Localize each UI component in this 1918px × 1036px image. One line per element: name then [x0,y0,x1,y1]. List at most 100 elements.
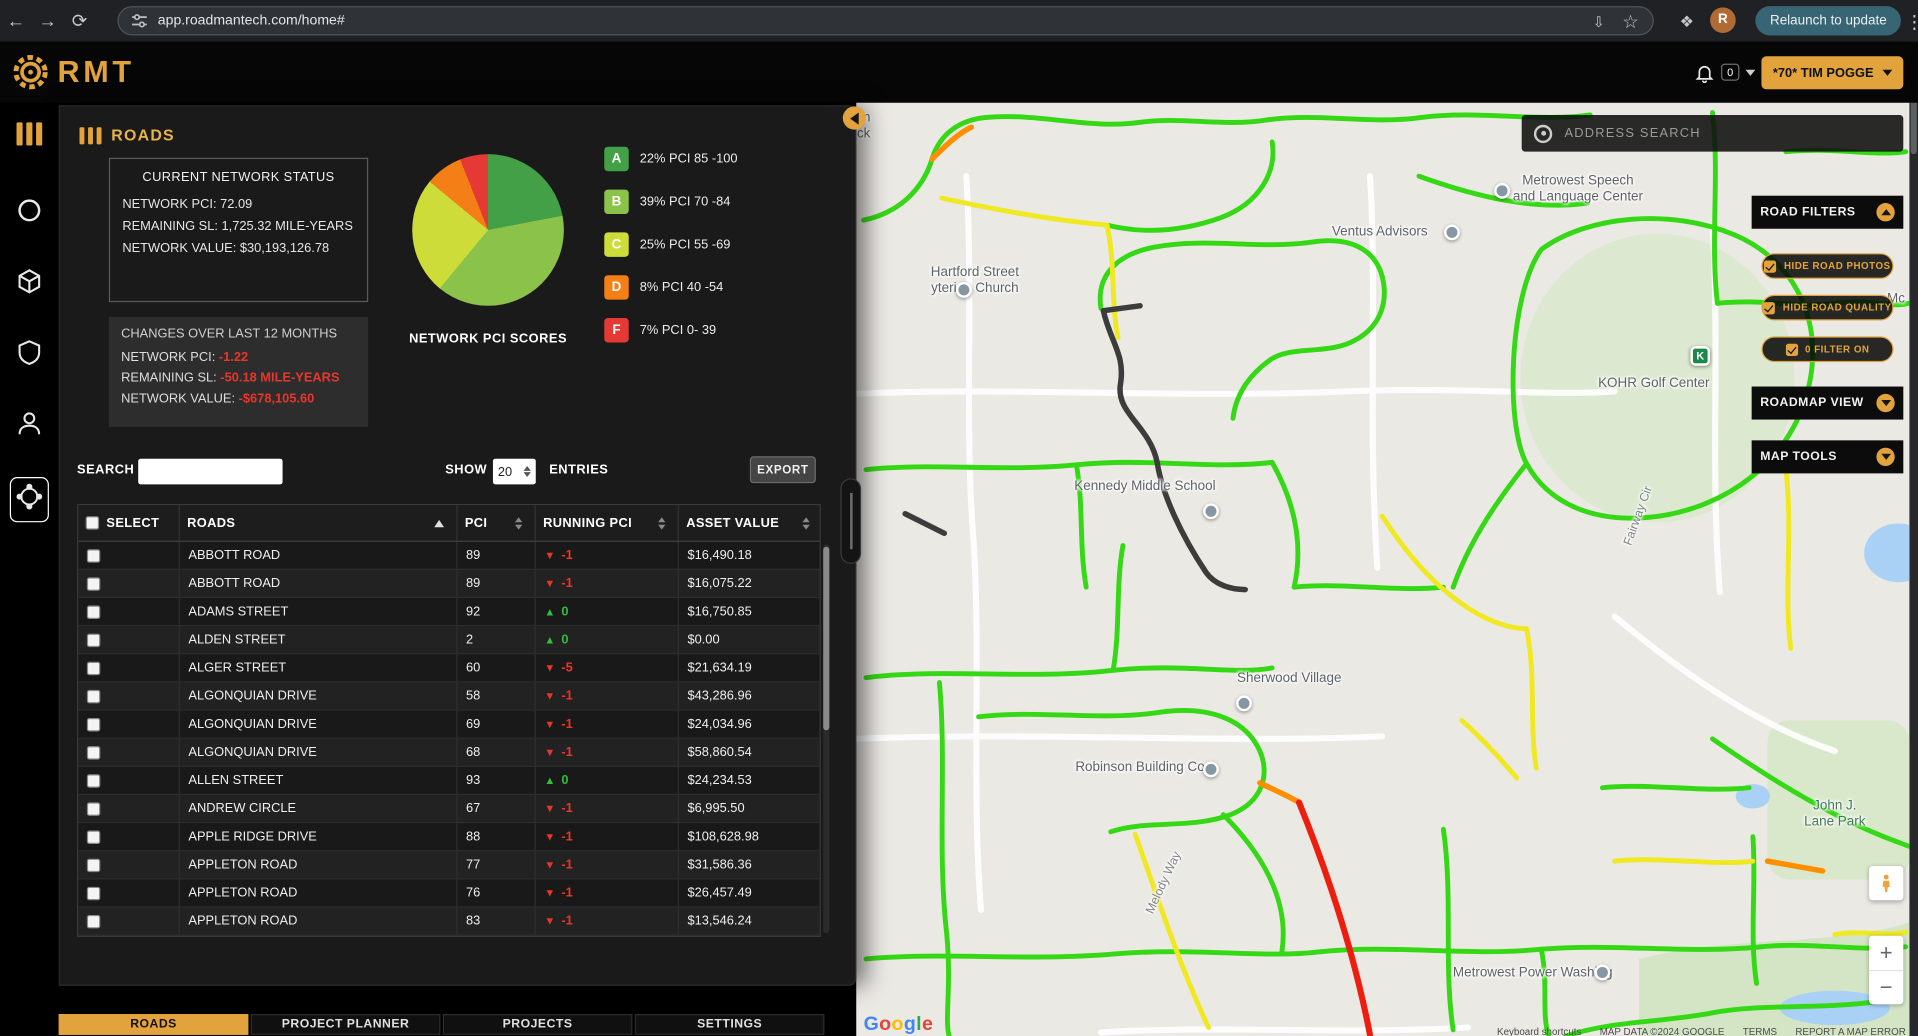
table-row[interactable]: ANDREW CIRCLE67▼-1$6,995.50 [78,795,819,823]
footer-tab-project-planner[interactable]: PROJECT PLANNER [251,1014,441,1035]
panel-collapse-button[interactable] [843,106,866,129]
table-row[interactable]: ADAMS STREET92▲0$16,750.85 [78,598,819,626]
relaunch-to-update-button[interactable]: Relaunch to update [1755,6,1901,35]
pegman-streetview-control[interactable] [1869,866,1903,900]
address-bar[interactable]: app.roadmantech.com/home# [117,6,1653,35]
footer-tab-roads[interactable]: ROADS [59,1014,249,1035]
send-to-device-icon[interactable] [1583,11,1615,32]
sidebar-item-user-icon[interactable] [15,409,44,444]
row-checkbox[interactable] [87,577,100,590]
table-row[interactable]: ALDEN STREET2▲0$0.00 [78,626,819,654]
address-search-bar[interactable]: ADDRESS SEARCH [1522,115,1904,152]
expand-circle-button[interactable] [1876,448,1894,466]
map-grade-pin[interactable]: K [1690,346,1710,366]
row-checkbox[interactable] [87,661,100,674]
table-row[interactable]: ALGONQUIAN DRIVE68▼-1$58,860.54 [78,739,819,767]
sort-both-icon[interactable] [515,517,522,529]
table-row[interactable]: ALGONQUIAN DRIVE69▼-1$24,034.96 [78,711,819,739]
map-poi-marker[interactable] [1203,503,1219,519]
row-checkbox[interactable] [87,802,100,815]
sort-both-icon[interactable] [802,517,809,529]
filter-button-hide-road-photos[interactable]: HIDE ROAD PHOTOS [1761,253,1893,279]
table-scrollbar[interactable] [823,544,829,933]
row-checkbox[interactable] [87,746,100,759]
map-attribution: Keyboard shortcutsMAP DATA ©2024 GOOGLET… [1497,1026,1906,1036]
table-row[interactable]: APPLETON ROAD77▼-1$31,586.36 [78,851,819,879]
map-poi-marker[interactable] [1594,965,1610,981]
table-row[interactable]: APPLE RIDGE DRIVE88▼-1$108,628.98 [78,823,819,851]
row-checkbox[interactable] [87,549,100,562]
row-checkbox[interactable] [87,886,100,899]
row-checkbox[interactable] [87,774,100,787]
export-button[interactable]: EXPORT [750,456,816,483]
browser-back-icon[interactable] [0,10,32,31]
browser-profile-avatar[interactable]: R [1710,7,1736,33]
column-header-select[interactable]: SELECT [78,505,180,540]
sidebar-item-circle-icon[interactable] [15,196,44,231]
sidebar-item-network-icon[interactable] [10,477,49,522]
map-zoom-control: + − [1869,936,1903,1004]
zoom-in-button[interactable]: + [1869,936,1903,970]
map-poi-marker[interactable] [1203,761,1219,777]
address-search-placeholder: ADDRESS SEARCH [1564,126,1700,141]
table-row[interactable]: ABBOTT ROAD89▼-1$16,075.22 [78,570,819,598]
user-menu-button[interactable]: *70* TIM POGGE [1761,56,1903,89]
map-poi-marker[interactable] [1444,224,1460,240]
sidebar-item-package-icon[interactable] [15,267,44,302]
expand-circle-button[interactable] [1876,394,1894,412]
table-row[interactable]: ALLEN STREET93▲0$24,234.53 [78,767,819,795]
filter-button-0-filter-on[interactable]: 0 FILTER ON [1761,336,1893,362]
column-header-asset-value[interactable]: ASSET VALUE [679,505,822,540]
row-checkbox[interactable] [87,717,100,730]
extensions-icon[interactable] [1671,11,1703,32]
footer-tab-settings[interactable]: SETTINGS [635,1014,825,1035]
search-input[interactable] [138,459,282,485]
google-logo[interactable]: Google [864,1014,934,1036]
map-poi-marker[interactable] [956,282,972,298]
row-checkbox[interactable] [87,605,100,618]
row-checkbox[interactable] [87,914,100,927]
browser-forward-icon[interactable] [32,10,64,31]
notifications-control[interactable]: 0 [1694,62,1755,83]
browser-menu-icon[interactable] [1898,11,1918,33]
row-checkbox[interactable] [87,689,100,702]
row-checkbox[interactable] [87,858,100,871]
zoom-out-button[interactable]: − [1869,970,1903,1004]
road-filters-header[interactable]: ROAD FILTERS [1752,196,1904,229]
table-row[interactable]: ABBOTT ROAD89▼-1$16,490.18 [78,542,819,570]
app-logo[interactable]: RMT [12,54,135,91]
map-canvas[interactable]: mckMetrowest Speech and Language CenterV… [856,103,1909,1036]
column-header-running-pci[interactable]: RUNNING PCI [536,505,679,540]
stepper-arrows-icon[interactable] [524,466,531,477]
entries-per-page-stepper[interactable]: 20 [493,459,536,485]
table-row[interactable]: APPLETON ROAD76▼-1$26,457.49 [78,879,819,907]
sidebar-item-shield-icon[interactable] [15,338,44,373]
map-attribution-item[interactable]: TERMS [1743,1026,1777,1036]
roadmap-view-header[interactable]: ROADMAP VIEW [1752,387,1904,420]
table-row[interactable]: ALGONQUIAN DRIVE58▼-1$43,286.96 [78,683,819,711]
site-settings-icon[interactable] [131,12,148,29]
map-poi-marker[interactable] [1494,183,1510,199]
row-checkbox[interactable] [87,633,100,646]
map-attribution-item[interactable]: Keyboard shortcuts [1497,1026,1581,1036]
page-scrollbar[interactable] [1909,42,1918,1036]
sidebar-item-dashboard-columns-icon[interactable] [17,122,43,145]
panel-drag-handle[interactable] [840,478,861,564]
select-all-checkbox[interactable] [86,516,99,529]
table-row[interactable]: APPLETON ROAD83▼-1$13,546.24 [78,908,819,936]
browser-reload-icon[interactable] [64,10,96,32]
filter-button-hide-road-quality[interactable]: HIDE ROAD QUALITY [1761,295,1893,321]
map-tools-header[interactable]: MAP TOOLS [1752,440,1904,473]
map-attribution-item[interactable]: REPORT A MAP ERROR [1795,1026,1905,1036]
table-row[interactable]: ALGER STREET60▼-5$21,634.19 [78,654,819,682]
bookmark-star-icon[interactable] [1615,11,1647,33]
sort-both-icon[interactable] [658,517,665,529]
collapse-circle-button[interactable] [1876,203,1894,221]
table-scrollbar-thumb[interactable] [823,547,829,730]
row-checkbox[interactable] [87,830,100,843]
sort-ascending-icon[interactable] [434,519,444,526]
footer-tab-projects[interactable]: PROJECTS [443,1014,633,1035]
column-header-pci[interactable]: PCI [457,505,535,540]
column-header-roads[interactable]: ROADS [180,505,458,540]
map-poi-marker[interactable] [1236,695,1252,711]
